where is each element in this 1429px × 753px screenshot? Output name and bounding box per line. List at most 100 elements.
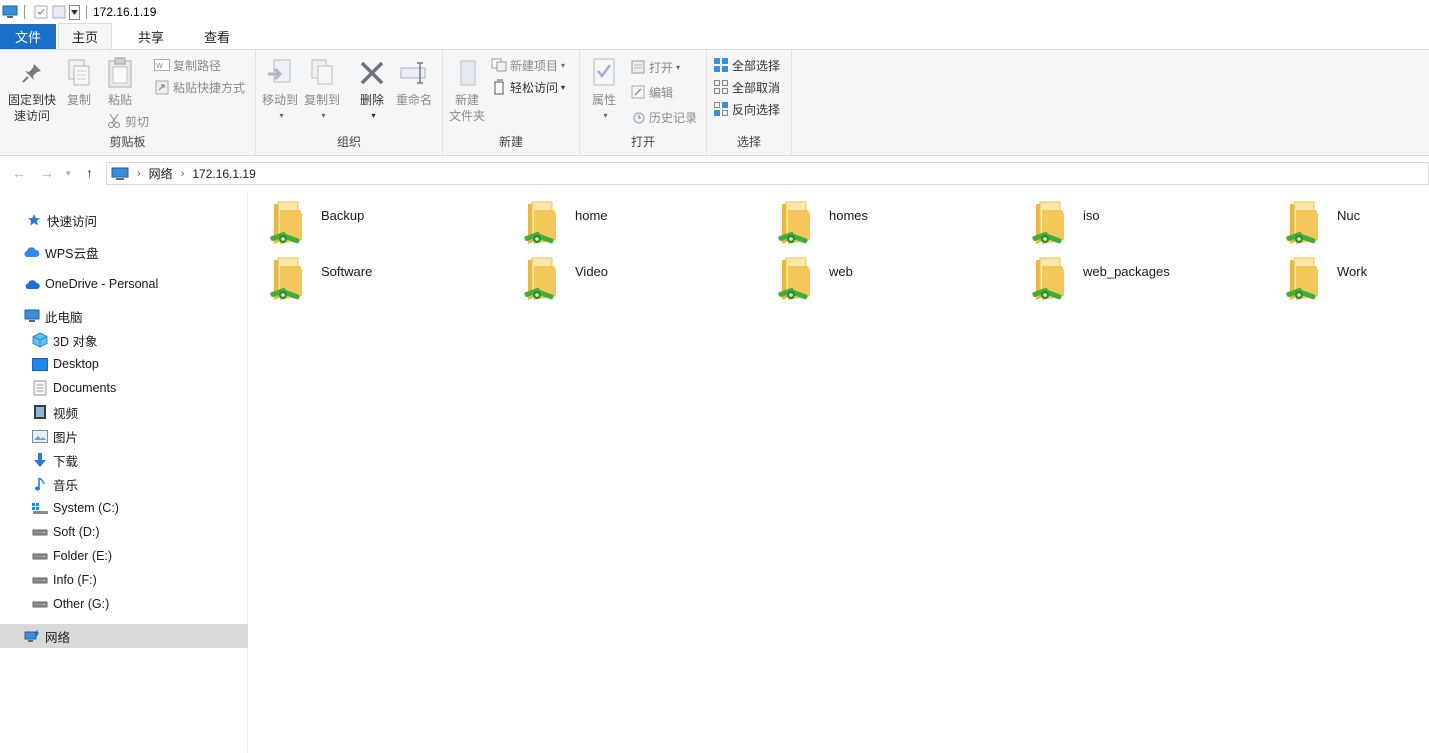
select-all-button[interactable]: 全部选择 <box>713 55 780 75</box>
breadcrumb-chevron-icon[interactable]: › <box>137 168 141 180</box>
group-new: 新建 文件夹 新建项目 ▾ 轻松访问 ▾ 新建 <box>443 50 580 154</box>
sidebar-label: 图片 <box>53 430 79 445</box>
sidebar-item-3d-objects[interactable]: 3D 对象 <box>0 328 248 352</box>
delete-button[interactable]: 删除 ▾ <box>354 56 390 124</box>
sidebar-item-drive-f[interactable]: Info (F:) <box>0 568 248 592</box>
history-button[interactable]: 历史记录 <box>630 107 697 127</box>
shared-folder-icon <box>522 200 562 248</box>
share-name: home <box>575 208 608 223</box>
group-select: 全部选择 全部取消 反向选择 选择 <box>707 50 792 154</box>
open-button[interactable]: 打开 ▾ <box>630 57 680 77</box>
sidebar-item-drive-d[interactable]: Soft (D:) <box>0 520 248 544</box>
pin-label-2: 速访问 <box>13 109 50 123</box>
sidebar-item-pictures[interactable]: 图片 <box>0 424 248 448</box>
copy-to-button[interactable]: 复制到 ▾ <box>302 56 342 124</box>
tab-view[interactable]: 查看 <box>190 24 244 49</box>
new-folder-button[interactable]: 新建 文件夹 <box>447 56 487 124</box>
select-none-icon <box>713 79 729 95</box>
easy-access-caret: ▾ <box>561 82 566 92</box>
up-arrow-icon[interactable]: ↑ <box>86 165 93 181</box>
computer-icon[interactable] <box>2 4 18 20</box>
open-label: 打开 <box>649 60 674 75</box>
new-item-label: 新建项目 <box>510 58 559 73</box>
paste-shortcut-icon <box>154 79 170 95</box>
sidebar-label: OneDrive - Personal <box>45 277 159 291</box>
recent-locations-chevron-icon[interactable]: ▾ <box>66 168 71 179</box>
share-item[interactable]: Backup <box>250 190 500 246</box>
sidebar-label: Info (F:) <box>53 573 97 587</box>
sidebar-label: 快速访问 <box>47 214 98 229</box>
copy-path-button[interactable]: W 复制路径 <box>154 55 221 75</box>
properties-icon <box>588 56 620 90</box>
sidebar-item-drive-e[interactable]: Folder (E:) <box>0 544 248 568</box>
share-item[interactable]: homes <box>758 190 1008 246</box>
title-divider <box>24 5 25 19</box>
sidebar-item-drive-c[interactable]: System (C:) <box>0 496 248 520</box>
copy-button[interactable]: 复制 <box>62 56 96 108</box>
sidebar-item-wps[interactable]: WPS云盘 <box>0 240 248 264</box>
new-item-button[interactable]: 新建项目 ▾ <box>491 55 565 75</box>
cut-label: 剪切 <box>125 114 150 129</box>
tab-share[interactable]: 共享 <box>124 24 178 49</box>
rename-button[interactable]: 重命名 <box>394 56 434 108</box>
move-to-icon <box>264 56 296 90</box>
invert-selection-button[interactable]: 反向选择 <box>713 99 780 119</box>
share-item[interactable]: Software <box>250 246 500 302</box>
sidebar-item-documents[interactable]: Documents <box>0 376 248 400</box>
navigation-pane: 快速访问 WPS云盘 OneDrive - Personal 此电脑 3D 对象… <box>0 190 248 753</box>
share-item[interactable]: home <box>504 190 754 246</box>
forward-arrow-icon[interactable]: → <box>40 165 54 181</box>
edit-label: 编辑 <box>649 85 674 100</box>
properties-button[interactable]: 属性 ▾ <box>586 56 622 124</box>
sidebar-label: Documents <box>53 381 117 395</box>
share-item[interactable]: Video <box>504 246 754 302</box>
share-item[interactable]: web_packages <box>1012 246 1262 302</box>
new-folder-qat-icon[interactable] <box>51 4 67 20</box>
share-item[interactable]: Nuc <box>1266 190 1429 246</box>
group-open: 属性 ▾ 打开 ▾ 编辑 历史记录 打开 <box>580 50 707 154</box>
window-title: 172.16.1.19 <box>93 5 157 19</box>
sidebar-label: 音乐 <box>53 478 79 493</box>
copy-path-label: 复制路径 <box>173 58 222 73</box>
sidebar-item-videos[interactable]: 视频 <box>0 400 248 424</box>
share-item[interactable]: iso <box>1012 190 1262 246</box>
sidebar-item-music[interactable]: 音乐 <box>0 472 248 496</box>
sidebar-item-quick-access[interactable]: 快速访问 <box>0 208 248 232</box>
history-label: 历史记录 <box>649 110 698 125</box>
easy-access-button[interactable]: 轻松访问 ▾ <box>491 77 565 97</box>
sidebar-item-network[interactable]: 网络 <box>0 624 248 648</box>
back-arrow-icon[interactable]: ← <box>12 165 26 181</box>
cut-button[interactable]: 剪切 <box>106 111 149 131</box>
breadcrumb-host[interactable]: 172.16.1.19 <box>192 167 255 181</box>
move-to-button[interactable]: 移动到 ▾ <box>260 56 300 124</box>
pin-to-quick-access-button[interactable]: 固定到快 速访问 <box>6 56 58 124</box>
rename-icon <box>398 56 430 90</box>
delete-x-icon <box>356 56 388 90</box>
properties-check-icon[interactable] <box>33 4 49 20</box>
sidebar-item-this-pc[interactable]: 此电脑 <box>0 304 248 328</box>
sidebar-item-downloads[interactable]: 下载 <box>0 448 248 472</box>
share-name: Backup <box>321 208 365 223</box>
copy-to-icon <box>306 56 338 90</box>
downloads-icon <box>32 452 48 468</box>
tab-home[interactable]: 主页 <box>58 23 112 49</box>
address-bar[interactable]: › 网络 › 172.16.1.19 <box>106 162 1429 185</box>
title-divider-2 <box>86 5 87 19</box>
paste-shortcut-button[interactable]: 粘贴快捷方式 <box>154 77 245 97</box>
share-item[interactable]: web <box>758 246 1008 302</box>
sidebar-item-drive-g[interactable]: Other (G:) <box>0 592 248 616</box>
clipboard-group-label: 剪贴板 <box>109 135 146 149</box>
customize-qat-dropdown-icon[interactable] <box>69 4 80 20</box>
new-folder-label-2: 文件夹 <box>448 109 485 123</box>
share-item[interactable]: Work <box>1266 246 1429 302</box>
select-none-button[interactable]: 全部取消 <box>713 77 780 97</box>
edit-button[interactable]: 编辑 <box>630 82 673 102</box>
sidebar-item-onedrive[interactable]: OneDrive - Personal <box>0 272 248 296</box>
paste-button[interactable]: 粘贴 <box>103 56 137 108</box>
breadcrumb-chevron-icon[interactable]: › <box>181 168 185 180</box>
sidebar-item-desktop[interactable]: Desktop <box>0 352 248 376</box>
organize-group-label: 组织 <box>336 135 361 149</box>
tab-file[interactable]: 文件 <box>0 24 56 49</box>
sidebar-label: Desktop <box>53 357 99 371</box>
breadcrumb-network[interactable]: 网络 <box>149 165 173 182</box>
